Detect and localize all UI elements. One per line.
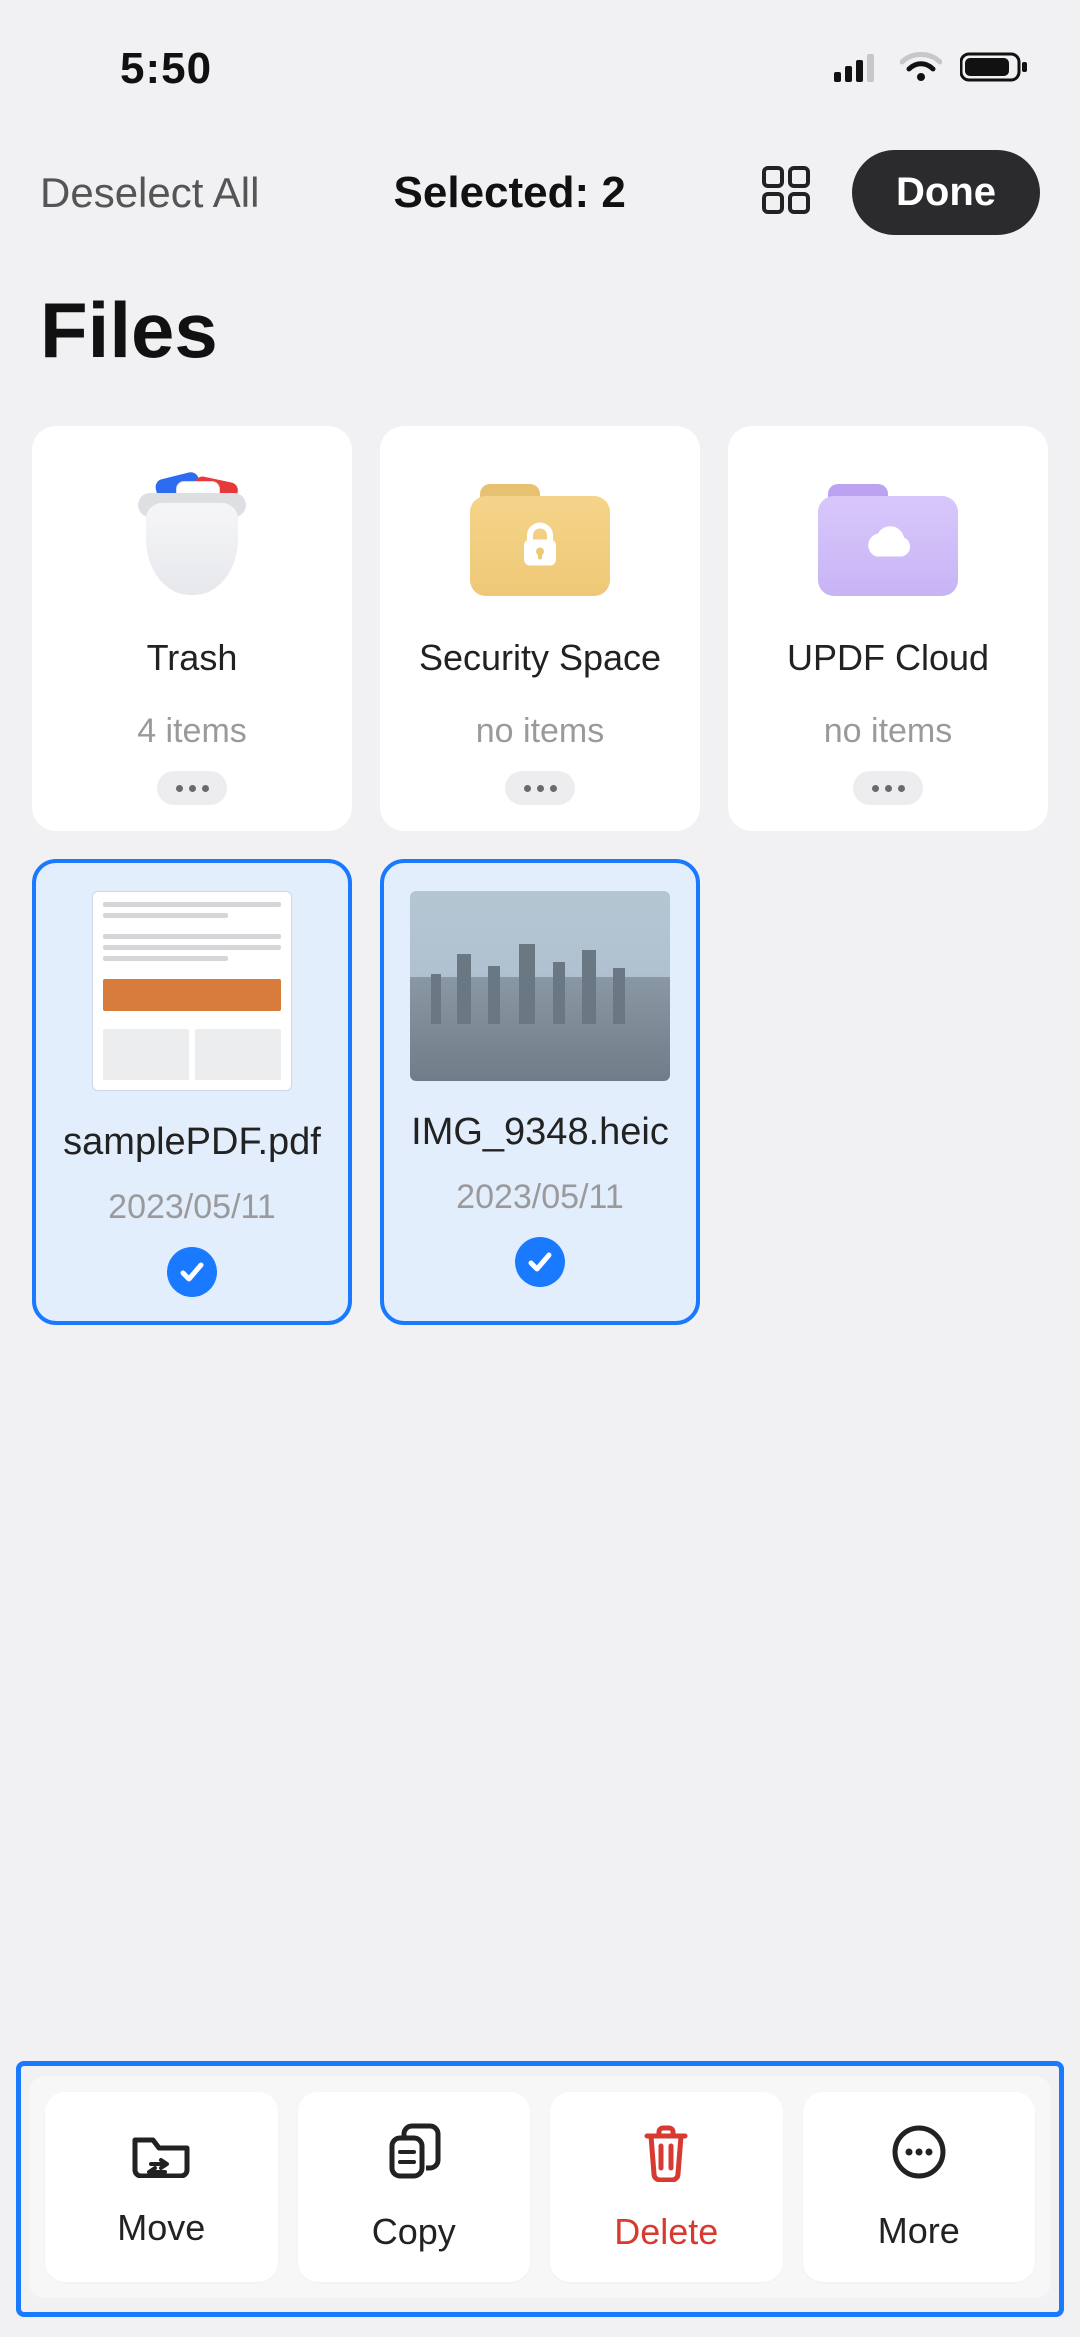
move-folder-icon	[129, 2126, 193, 2183]
image-thumbnail	[410, 891, 670, 1081]
folder-name: Security Space	[419, 634, 661, 682]
file-date: 2023/05/11	[108, 1188, 276, 1227]
action-label: Move	[117, 2207, 205, 2249]
action-label: More	[878, 2210, 960, 2252]
more-icon[interactable]	[853, 771, 923, 805]
locked-folder-icon	[470, 456, 610, 626]
folder-card-trash[interactable]: Trash 4 items	[32, 426, 352, 831]
more-circle-icon	[890, 2123, 948, 2186]
selected-check-icon	[167, 1247, 217, 1297]
file-card-img9348[interactable]: IMG_9348.heic 2023/05/11	[380, 859, 700, 1325]
folder-card-updf-cloud[interactable]: UPDF Cloud no items	[728, 426, 1048, 831]
page-title: Files	[0, 255, 1080, 426]
deselect-all-button[interactable]: Deselect All	[40, 169, 259, 217]
grid-view-icon[interactable]	[760, 164, 812, 221]
file-name: IMG_9348.heic	[411, 1111, 669, 1154]
file-date: 2023/05/11	[456, 1178, 624, 1217]
cloud-folder-icon	[818, 456, 958, 626]
pdf-thumbnail	[92, 891, 292, 1091]
done-button[interactable]: Done	[852, 150, 1040, 235]
copy-icon	[384, 2122, 444, 2187]
battery-icon	[960, 51, 1030, 88]
cellular-icon	[834, 52, 882, 87]
folder-subtitle: no items	[824, 712, 953, 751]
folder-subtitle: no items	[476, 712, 605, 751]
status-bar: 5:50	[0, 0, 1080, 120]
trash-icon	[132, 456, 252, 626]
status-icons	[834, 51, 1030, 88]
more-button[interactable]: More	[803, 2092, 1036, 2282]
file-name: samplePDF.pdf	[63, 1121, 321, 1164]
more-icon[interactable]	[505, 771, 575, 805]
move-button[interactable]: Move	[45, 2092, 278, 2282]
selection-count-label: Selected: 2	[259, 168, 760, 218]
bottom-action-bar: Move Copy	[16, 2061, 1064, 2317]
trash-can-icon	[639, 2122, 693, 2187]
folder-name: UPDF Cloud	[787, 634, 989, 682]
delete-button[interactable]: Delete	[550, 2092, 783, 2282]
folder-name: Trash	[147, 634, 238, 682]
action-label: Copy	[372, 2211, 456, 2253]
files-grid: Trash 4 items	[0, 426, 1080, 1325]
status-time: 5:50	[120, 44, 212, 94]
folder-card-security-space[interactable]: Security Space no items	[380, 426, 700, 831]
action-label: Delete	[614, 2211, 718, 2253]
file-card-samplepdf[interactable]: samplePDF.pdf 2023/05/11	[32, 859, 352, 1325]
selection-toolbar: Deselect All Selected: 2 Done	[0, 120, 1080, 255]
selected-check-icon	[515, 1237, 565, 1287]
more-icon[interactable]	[157, 771, 227, 805]
copy-button[interactable]: Copy	[298, 2092, 531, 2282]
folder-subtitle: 4 items	[137, 712, 247, 751]
wifi-icon	[900, 52, 942, 87]
